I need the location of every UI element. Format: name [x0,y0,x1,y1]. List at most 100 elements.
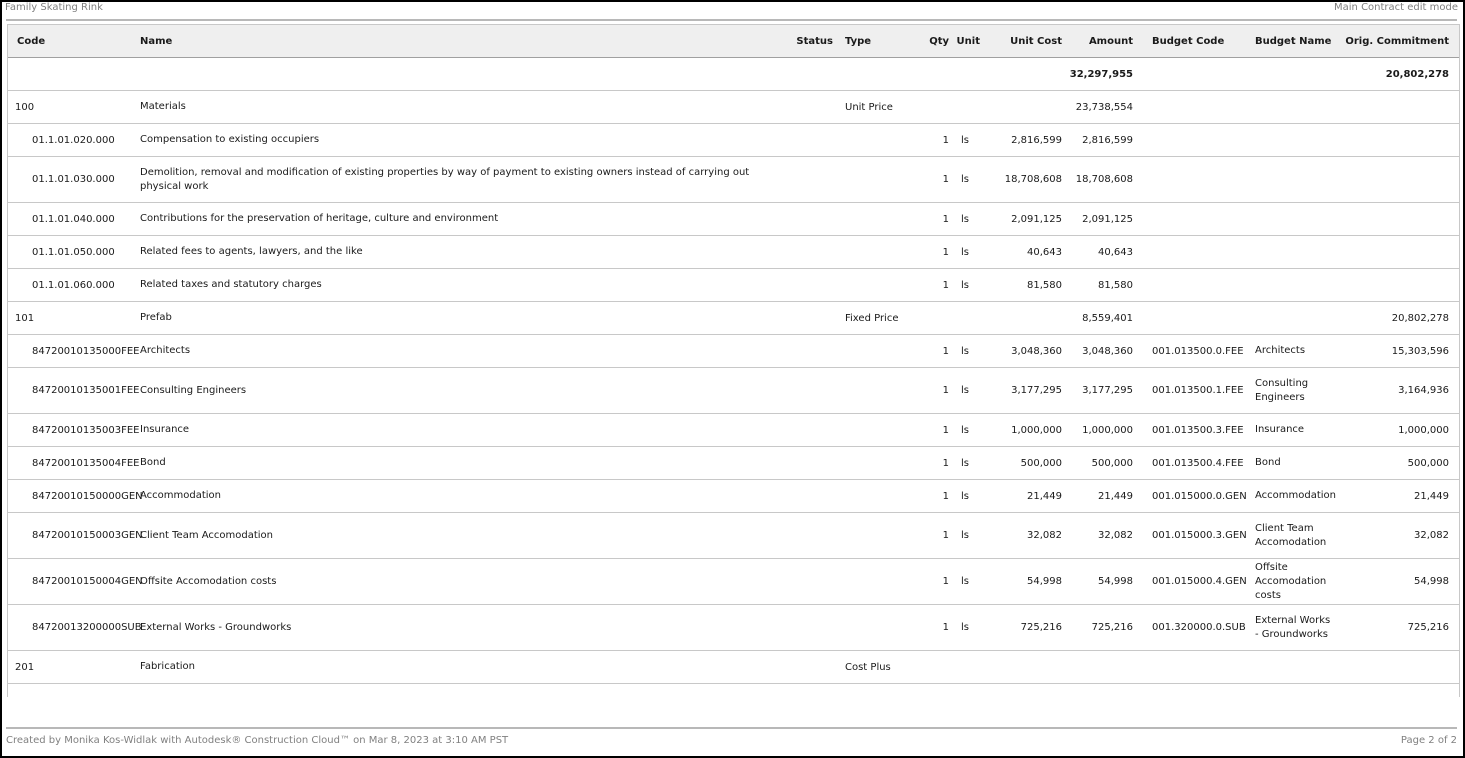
col-header-budget-code[interactable]: Budget Code [1133,24,1237,58]
cell-unit-cost: 21,449 [980,479,1062,513]
cell-orig-commitment [1334,202,1459,236]
cell-qty: 1 [901,367,949,414]
cell-code: 84720010135004FEE [7,446,140,480]
group-row[interactable]: 101 Prefab Fixed Price 8,559,401 20,802,278 [7,301,1459,335]
cell-qty: 1 [901,123,949,157]
line-item-row[interactable]: 84720010135000FEE Architects 1 ls 3,048,360 3… [7,334,1459,368]
cell-amount: 21,449 [1062,479,1133,513]
cell-unit-cost: 3,048,360 [980,334,1062,368]
cell-code: 01.1.01.020.000 [7,123,140,157]
cell-budget-code [1133,202,1237,236]
cell-name: Bond [140,446,789,480]
cell-budget-name [1237,202,1334,236]
line-item-row[interactable]: 84720010135004FEE Bond 1 ls 500,000 500,000 00… [7,446,1459,480]
cell-status [789,604,833,651]
cell-name: Architects [140,334,789,368]
line-item-row[interactable]: 84720010135003FEE Insurance 1 ls 1,000,000 1,… [7,413,1459,447]
cell-amount: 40,643 [1062,235,1133,269]
cell-code: 84720010150000GEN [7,479,143,513]
cell-unit-cost [980,650,1062,684]
col-header-amount[interactable]: Amount [1062,24,1133,58]
header-divider [6,19,1457,21]
line-item-row[interactable]: 01.1.01.040.000 Contributions for the pre… [7,202,1459,236]
cell-orig-commitment [1334,123,1459,157]
cell-orig-commitment [1334,156,1459,203]
project-title: Family Skating Rink [5,2,103,13]
cell-code: 01.1.01.050.000 [7,235,140,269]
cell-budget-code [1133,268,1237,302]
cell-unit-cost: 81,580 [980,268,1062,302]
cell-type [833,334,901,368]
cell-name: Consulting Engineers [140,367,789,414]
group-row[interactable]: 100 Materials Unit Price 23,738,554 [7,90,1459,124]
line-item-row[interactable]: 84720010150000GEN Accommodation 1 ls 21,449 2… [7,479,1459,513]
col-header-budget-name[interactable]: Budget Name [1237,24,1334,58]
cell-budget-name: Accommodation [1237,479,1336,513]
line-item-row[interactable]: 84720010150003GEN Client Team Accomodatio… [7,512,1459,559]
cell-budget-code [1133,650,1237,684]
cell-status [789,558,833,605]
line-item-row[interactable]: 01.1.01.020.000 Compensation to existing … [7,123,1459,157]
cell-qty: 1 [901,413,949,447]
cell-budget-code: 001.015000.3.GEN [1133,512,1247,559]
cell-unit [949,90,980,124]
col-header-qty[interactable]: Qty [901,24,949,58]
col-header-unit-cost[interactable]: Unit Cost [980,24,1062,58]
cell-name: Prefab [140,301,789,335]
cell-code: 100 [7,90,140,124]
group-row[interactable]: 201 Fabrication Cost Plus [7,650,1459,684]
cell-orig-commitment [1334,268,1459,302]
cell-name: Offsite Accomodation costs [140,558,789,605]
cell-code: 84720010150004GEN [7,558,143,605]
cell-budget-code: 001.013500.1.FEE [1133,367,1244,414]
cell-code: 201 [7,650,140,684]
line-item-row[interactable]: 84720010150004GEN Offsite Accomodation co… [7,558,1459,605]
cell-unit-cost: 54,998 [980,558,1062,605]
cell-orig-commitment: 3,164,936 [1334,367,1459,414]
cell-budget-code: 001.013500.0.FEE [1133,334,1244,368]
cell-type [833,123,901,157]
line-item-row[interactable]: 84720010135001FEE Consulting Engineers 1 ls… [7,367,1459,414]
line-item-row[interactable]: 84720013200000SUB External Works - Ground… [7,604,1459,651]
cell-status [789,367,833,414]
cell-unit-cost: 725,216 [980,604,1062,651]
cell-qty [901,301,949,335]
cell-status [789,268,833,302]
col-header-name[interactable]: Name [140,24,789,58]
cell-unit-cost: 3,177,295 [980,367,1062,414]
cell-qty: 1 [901,235,949,269]
cell-unit-cost: 1,000,000 [980,413,1062,447]
cell-type: Fixed Price [833,301,901,335]
col-header-status[interactable]: Status [789,24,833,58]
total-amount: 32,297,955 [1062,57,1133,91]
cell-budget-code: 001.013500.4.FEE [1133,446,1244,480]
line-item-row[interactable]: 01.1.01.060.000 Related taxes and statuto… [7,268,1459,302]
col-header-type[interactable]: Type [833,24,901,58]
col-header-orig-commitment[interactable]: Orig. Commitment [1334,24,1459,58]
cell-orig-commitment: 20,802,278 [1334,301,1459,335]
cell-unit: ls [949,367,980,414]
cell-budget-name: Offsite Accomodation costs [1237,558,1334,605]
col-header-unit[interactable]: Unit [949,24,980,58]
cell-status [789,235,833,269]
cell-orig-commitment: 725,216 [1334,604,1459,651]
cell-type: Unit Price [833,90,901,124]
cell-status [789,123,833,157]
cell-orig-commitment: 1,000,000 [1334,413,1459,447]
cell-status [789,202,833,236]
cell-budget-code: 001.013500.3.FEE [1133,413,1244,447]
cell-unit: ls [949,123,980,157]
cell-amount [1062,650,1133,684]
cell-orig-commitment [1334,90,1459,124]
cell-name: Insurance [140,413,789,447]
line-item-row[interactable]: 01.1.01.030.000 Demolition, removal and m… [7,156,1459,203]
line-item-row[interactable]: 01.1.01.050.000 Related fees to agents, l… [7,235,1459,269]
cell-qty: 1 [901,479,949,513]
col-header-code[interactable]: Code [7,24,140,58]
page-number: Page 2 of 2 [1400,735,1457,746]
cell-budget-name [1237,90,1334,124]
cell-amount: 500,000 [1062,446,1133,480]
cell-budget-name [1237,156,1334,203]
cell-type [833,446,901,480]
cell-budget-code: 001.015000.0.GEN [1133,479,1247,513]
